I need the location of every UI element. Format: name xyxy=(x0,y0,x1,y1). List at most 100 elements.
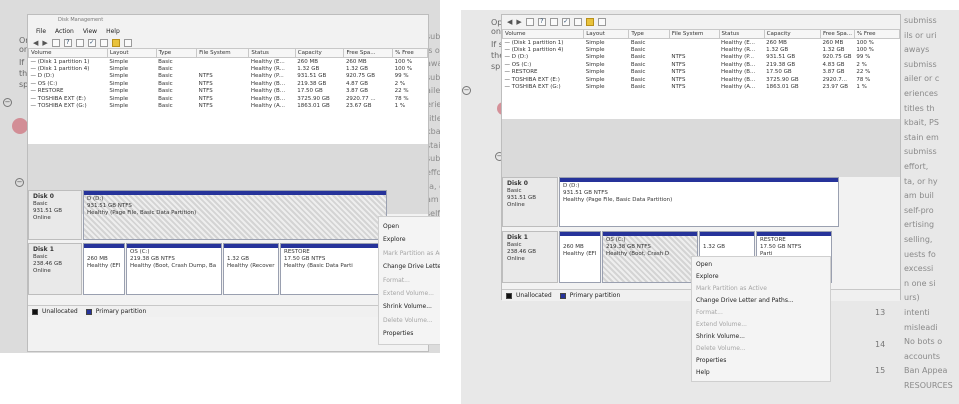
help-icon[interactable]: ? xyxy=(63,38,72,47)
partition-size: 1.32 GB xyxy=(703,244,726,250)
column-header[interactable]: Status xyxy=(718,29,765,39)
column-header[interactable]: File System xyxy=(196,48,250,58)
table-cell: Simple xyxy=(109,103,129,110)
background-text: submiss xyxy=(904,16,937,25)
table-row[interactable]: — TOSHIBA EXT (E:) Simple Basic NTFS Healthy… xyxy=(29,95,428,103)
column-header[interactable]: Layout xyxy=(106,48,157,58)
menu-help[interactable]: Help xyxy=(106,28,120,35)
console-tree-icon[interactable] xyxy=(525,18,534,26)
table-row[interactable]: — (Disk 1 partition 1) Simple Basic Healthy… xyxy=(29,58,428,66)
forward-icon[interactable]: ▶ xyxy=(516,18,521,26)
table-cell: 1 % xyxy=(394,103,406,110)
partition-restore[interactable]: RESTORE 17.50 GB NTFS Healthy (Basic Data … xyxy=(280,243,384,295)
column-header[interactable]: Layout xyxy=(583,29,630,39)
partition-os[interactable]: OS (C:) 219.38 GB NTFS Healthy (Boot, Cras… xyxy=(126,243,222,295)
column-header[interactable]: Volume xyxy=(502,29,585,39)
legend-unallocated: Unallocated xyxy=(516,292,552,299)
volume-table: Volume Layout Type File System Status Capacit… xyxy=(502,29,900,91)
document-icon[interactable] xyxy=(99,38,108,47)
context-menu-item[interactable]: Change Drive Letter and Paths... xyxy=(383,260,440,273)
column-header[interactable]: % Free xyxy=(853,29,900,39)
context-menu-item[interactable]: Change Drive Letter and Paths... xyxy=(696,295,826,307)
column-header[interactable]: File System xyxy=(668,29,720,39)
document-icon[interactable] xyxy=(573,18,582,26)
table-cell: Simple xyxy=(585,76,605,83)
column-header[interactable]: Free Spa... xyxy=(343,48,394,58)
table-row[interactable]: — OS (C:) Simple Basic NTFS Healthy (B... 219… xyxy=(29,80,428,88)
table-row[interactable]: — TOSHIBA EXT (E:) Simple Basic NTFS Healthy… xyxy=(503,76,900,84)
background-text: on xyxy=(491,27,501,36)
table-cell: 4.83 GB xyxy=(822,61,845,68)
key-icon[interactable] xyxy=(111,38,120,47)
menu-view[interactable]: View xyxy=(83,28,97,35)
menu-action[interactable]: Action xyxy=(55,28,74,35)
context-menu-item[interactable]: Properties xyxy=(696,355,826,367)
disk-1-label[interactable]: Disk 1 Basic 238.46 GB Online xyxy=(502,231,558,283)
column-header[interactable]: % Free xyxy=(392,48,428,58)
disk-name: Disk 1 xyxy=(507,234,528,241)
context-menu-item[interactable]: Explore xyxy=(696,271,826,283)
table-cell: 99 % xyxy=(394,73,409,80)
table-cell: 78 % xyxy=(394,95,409,102)
table-row[interactable]: — OS (C:) Simple Basic NTFS Healthy (B... 219… xyxy=(503,61,900,69)
disk-kind: Basic xyxy=(507,188,522,194)
table-cell: Basic xyxy=(158,95,173,102)
context-menu-item[interactable]: Help xyxy=(696,367,826,379)
check-icon[interactable]: ✓ xyxy=(561,18,570,26)
back-icon[interactable]: ◀ xyxy=(33,39,38,47)
table-row[interactable]: — TOSHIBA EXT (G:) Simple Basic NTFS Healthy… xyxy=(503,84,900,92)
partition-recovery[interactable]: 1.32 GB Healthy (Recover xyxy=(223,243,279,295)
context-menu-item[interactable]: Explore xyxy=(383,233,440,246)
legend-primary: Primary partition xyxy=(569,292,621,299)
table-row[interactable]: — D (D:) Simple Basic NTFS Healthy (P... 931.… xyxy=(503,54,900,62)
disk-0-row: Disk 0 Basic 931.51 GB Online D (D:) 931… xyxy=(502,177,900,227)
forward-icon[interactable]: ▶ xyxy=(42,39,47,47)
properties-icon[interactable] xyxy=(597,18,606,26)
column-header[interactable]: Type xyxy=(155,48,198,58)
column-header[interactable]: Capacity xyxy=(294,48,345,58)
list-view-icon[interactable] xyxy=(75,38,84,47)
table-row[interactable]: — (Disk 1 partition 4) Simple Basic Healthy… xyxy=(29,65,428,73)
table-row[interactable]: — (Disk 1 partition 1) Simple Basic Healthy… xyxy=(503,39,900,47)
context-menu-item[interactable]: Open xyxy=(696,259,826,271)
background-text: ailer or c xyxy=(904,74,940,84)
column-header[interactable]: Volume xyxy=(28,48,108,58)
table-cell: 1.32 GB xyxy=(822,46,845,53)
partition-efi[interactable]: 260 MB Healthy (EFI xyxy=(559,231,601,283)
partition-d[interactable]: D (D:) 931.51 GB NTFS Healthy (Page File… xyxy=(83,190,387,240)
disk-0-label[interactable]: Disk 0 Basic 931.51 GB Online xyxy=(502,177,558,227)
partition-name: OS (C:) xyxy=(130,249,150,255)
column-header[interactable]: Type xyxy=(628,29,670,39)
table-row[interactable]: — TOSHIBA EXT (G:) Simple Basic NTFS Healthy… xyxy=(29,103,428,111)
partition-d[interactable]: D (D:) 931.51 GB NTFS Healthy (Page File… xyxy=(559,177,839,227)
disk-1-label[interactable]: Disk 1 Basic 238.46 GB Online xyxy=(28,243,82,295)
table-cell: Healthy (B... xyxy=(250,80,286,87)
disk-0-label[interactable]: Disk 0 Basic 931.51 GB Online xyxy=(28,190,82,240)
column-header[interactable]: Status xyxy=(248,48,296,58)
context-menu-item[interactable]: Properties xyxy=(383,327,440,340)
table-row[interactable]: — RESTORE Simple Basic NTFS Healthy (B... 17.… xyxy=(29,88,428,96)
help-icon[interactable]: ? xyxy=(537,18,546,26)
context-menu-item[interactable]: Shrink Volume... xyxy=(383,300,440,313)
list-view-icon[interactable] xyxy=(549,18,558,26)
table-row[interactable]: — D (D:) Simple Basic NTFS Healthy (P... 931.… xyxy=(29,73,428,81)
partition-os[interactable]: OS (C:) 219.38 GB NTFS Healthy (Boot, Cras… xyxy=(602,231,698,283)
key-icon[interactable] xyxy=(585,18,594,26)
properties-icon[interactable] xyxy=(123,38,132,47)
collapse-icon: − xyxy=(15,178,24,187)
partition-efi[interactable]: 260 MB Healthy (EFI xyxy=(83,243,125,295)
check-icon[interactable]: ✓ xyxy=(87,38,96,47)
partition-size: 219.38 GB NTFS xyxy=(606,244,651,250)
menu-file[interactable]: File xyxy=(36,28,46,35)
table-row[interactable]: — (Disk 1 partition 4) Simple Basic Healthy… xyxy=(503,46,900,54)
unallocated-swatch xyxy=(32,308,38,315)
column-header[interactable]: Capacity xyxy=(763,29,822,39)
console-tree-icon[interactable] xyxy=(51,38,60,47)
context-menu-item[interactable]: Open xyxy=(383,220,440,233)
column-header[interactable]: Free Spa... xyxy=(820,29,855,39)
table-row[interactable]: — RESTORE Simple Basic NTFS Healthy (B... 17.… xyxy=(503,69,900,77)
table-cell: — (Disk 1 partition 1) xyxy=(504,39,564,46)
back-icon[interactable]: ◀ xyxy=(507,18,512,26)
background-text: Ban Appea xyxy=(904,366,948,376)
context-menu-item[interactable]: Shrink Volume... xyxy=(696,331,826,343)
